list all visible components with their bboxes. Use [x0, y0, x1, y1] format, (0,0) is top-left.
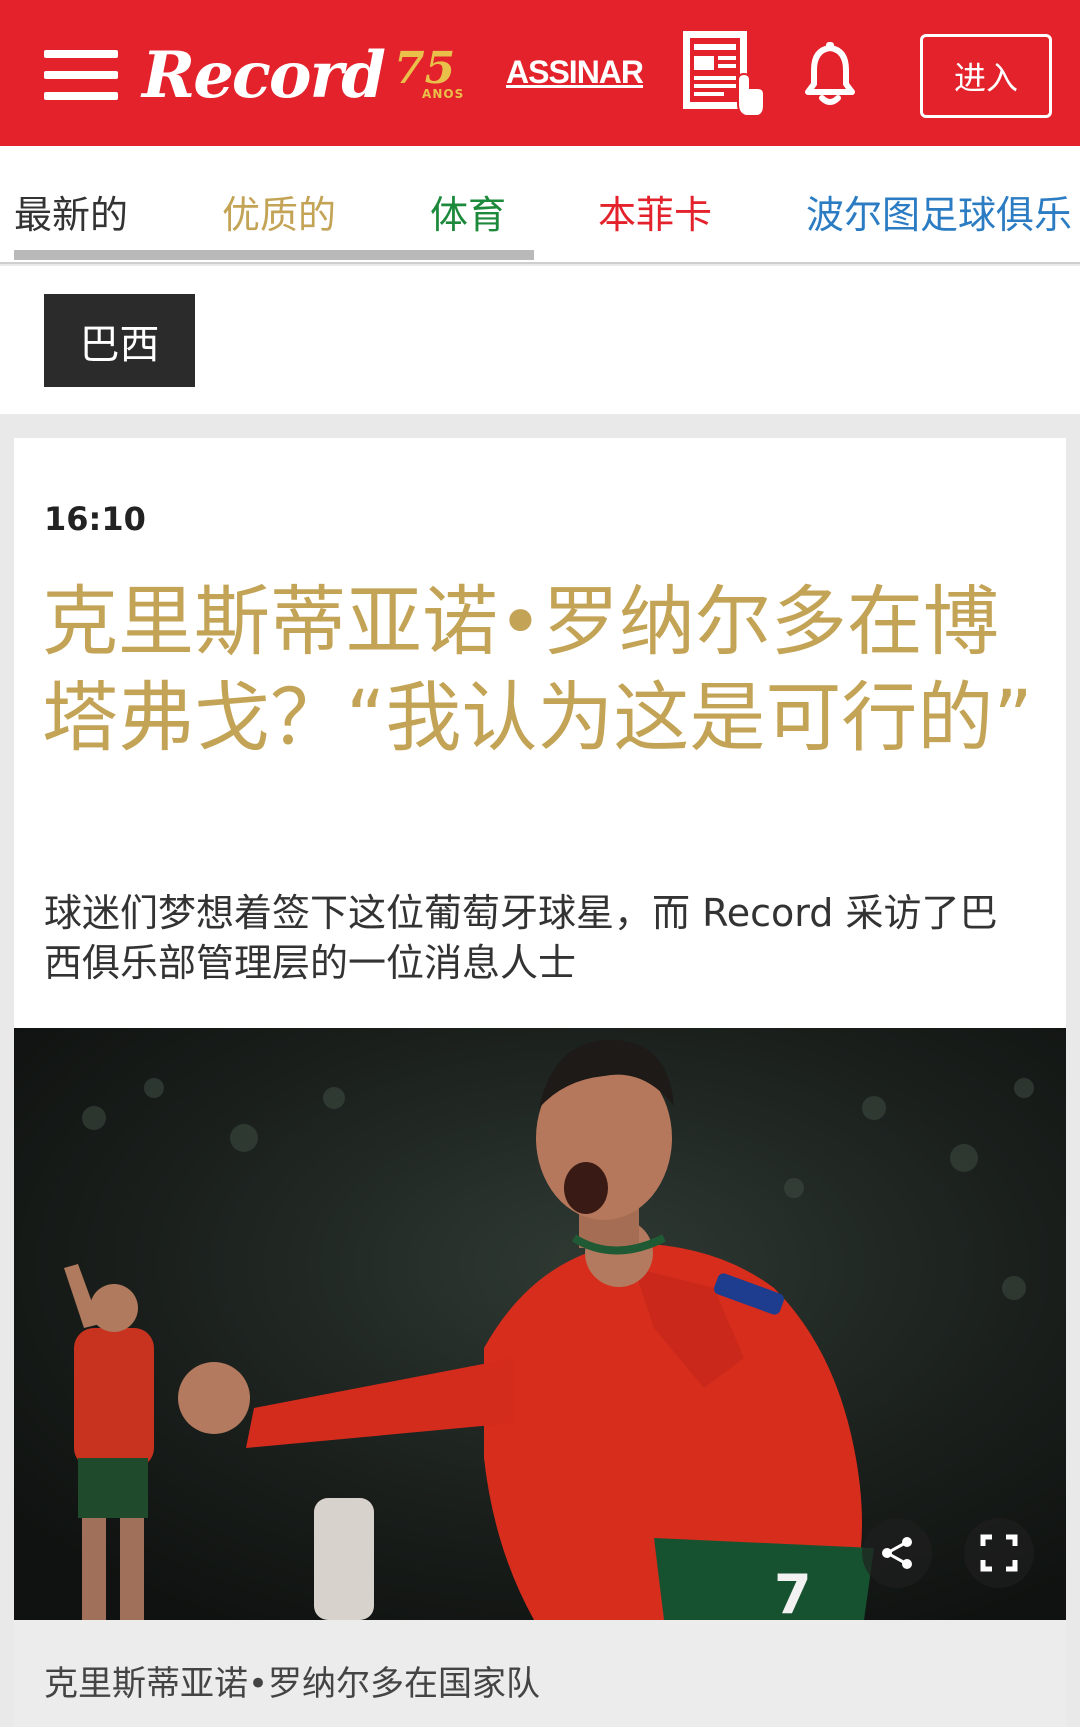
newspaper-tap-icon[interactable]: [680, 28, 766, 120]
hamburger-menu-icon[interactable]: [44, 50, 118, 100]
top-header: Record 75 ANOS ASSINAR 进入: [0, 0, 1080, 146]
article-headline[interactable]: 克里斯蒂亚诺•罗纳尔多在博塔弗戈？“我认为这是可行的”: [42, 574, 1042, 766]
subscribe-link[interactable]: ASSINAR: [506, 54, 644, 91]
article-card: 16:10 克里斯蒂亚诺•罗纳尔多在博塔弗戈？“我认为这是可行的” 球迷们梦想着…: [14, 438, 1066, 1727]
logo-wordmark: Record: [142, 37, 386, 113]
photo-caption: 克里斯蒂亚诺•罗纳尔多在国家队: [44, 1664, 541, 1704]
tab-sporting[interactable]: 体育: [430, 184, 506, 239]
anniversary-badge: 75 ANOS: [394, 45, 474, 105]
tab-benfica[interactable]: 本菲卡: [598, 184, 712, 239]
tab-latest[interactable]: 最新的: [14, 184, 128, 239]
share-icon[interactable]: [862, 1518, 932, 1588]
badge-number: 75: [394, 43, 456, 94]
login-button[interactable]: 进入: [920, 34, 1052, 118]
category-tabs: 最新的 优质的 体育 本菲卡 波尔图足球俱乐: [0, 146, 1080, 264]
jersey-number: 7: [774, 1563, 812, 1620]
tab-porto[interactable]: 波尔图足球俱乐: [806, 184, 1072, 239]
badge-subtext: ANOS: [422, 87, 465, 101]
section-header: 巴西: [0, 266, 1080, 414]
section-tag-brazil[interactable]: 巴西: [44, 294, 195, 387]
article-time: 16:10: [44, 500, 146, 538]
article-photo[interactable]: 7: [14, 1028, 1066, 1620]
tab-scroll-indicator: [14, 250, 534, 260]
article-subhead: 球迷们梦想着签下这位葡萄牙球星，而 Record 采访了巴西俱乐部管理层的一位消…: [44, 891, 998, 985]
tab-premium[interactable]: 优质的: [222, 184, 336, 239]
photo-caption-bar: 克里斯蒂亚诺•罗纳尔多在国家队: [14, 1620, 1066, 1727]
record-logo[interactable]: Record 75 ANOS: [142, 30, 474, 120]
bell-icon[interactable]: [802, 42, 858, 106]
fullscreen-icon[interactable]: [964, 1518, 1034, 1588]
